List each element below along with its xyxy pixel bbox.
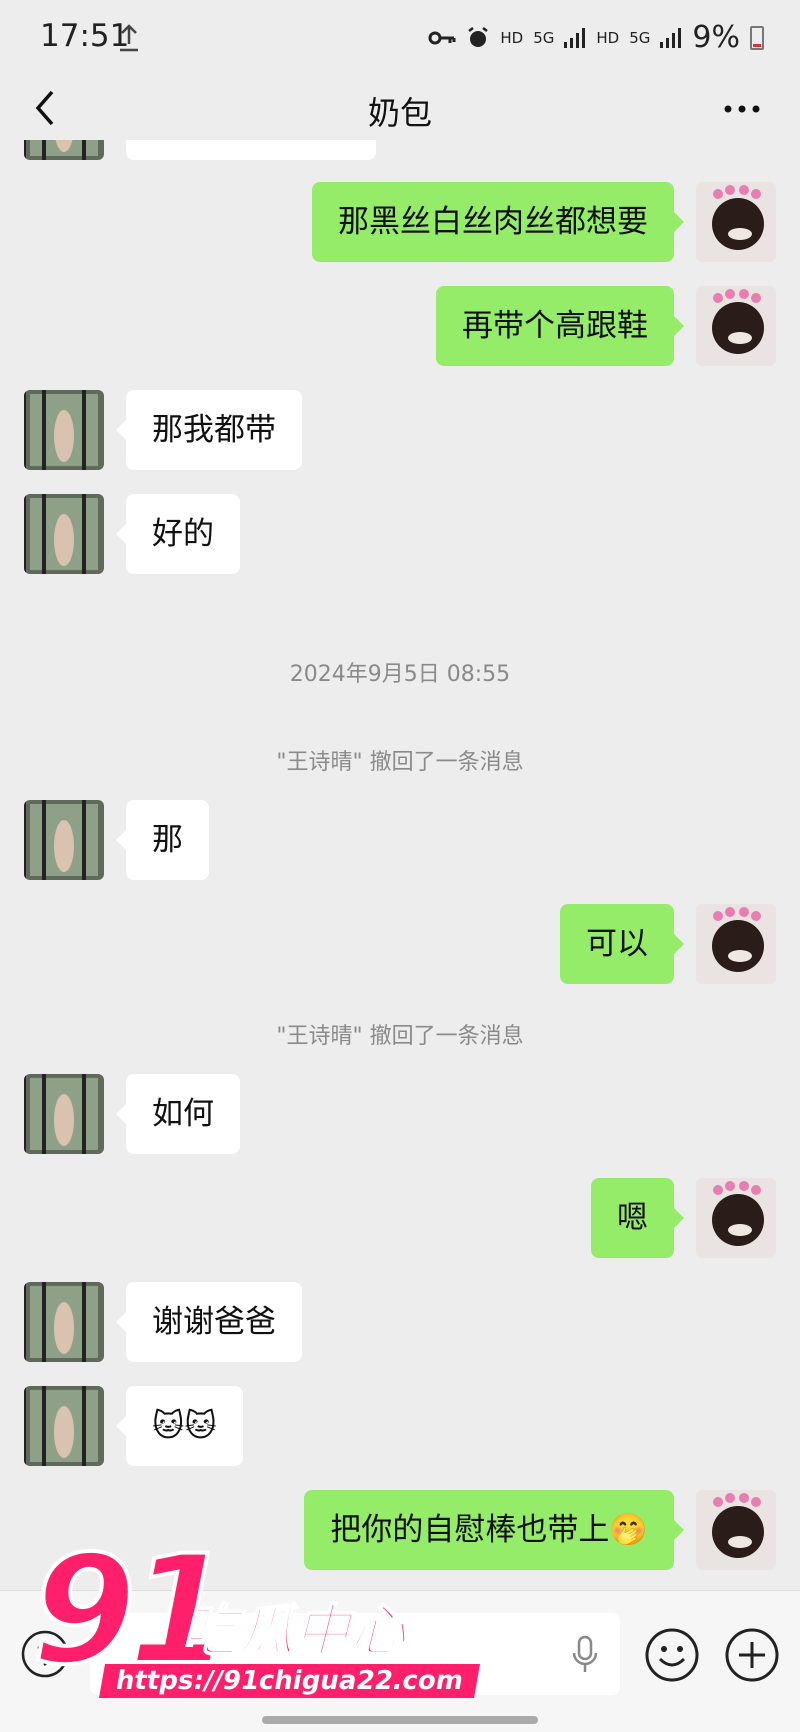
signal-icon: [564, 27, 586, 48]
watermark: 91 吃瓜中心 https://91chigua22.com: [22, 1534, 480, 1716]
self-avatar[interactable]: [696, 904, 776, 984]
self-avatar[interactable]: [696, 1178, 776, 1258]
mic-icon[interactable]: [570, 1635, 600, 1675]
message-bubble-sent[interactable]: 那黑丝白丝肉丝都想要: [312, 182, 684, 262]
contact-avatar[interactable]: [24, 800, 104, 880]
upload-icon: [120, 24, 138, 52]
timestamp: 2024年9月5日 08:55: [289, 662, 511, 687]
message-bubble-received[interactable]: 谢谢爸爸: [116, 1282, 302, 1362]
signal-icon: [660, 27, 682, 48]
watermark-name: 吃瓜中心: [181, 1598, 407, 1665]
contact-avatar[interactable]: [24, 140, 104, 160]
message-bubble-received[interactable]: 好的: [116, 494, 240, 574]
plus-icon[interactable]: [724, 1627, 780, 1683]
key-icon: [428, 31, 456, 44]
self-avatar[interactable]: [696, 1490, 776, 1570]
battery-icon: [750, 25, 764, 50]
message-bubble-sent[interactable]: 可以: [560, 904, 684, 984]
status-indicators: HD 5G HD 5G 9%: [428, 20, 764, 55]
message-bubble-received[interactable]: 那: [116, 800, 209, 880]
network-label-2: 5G: [533, 28, 555, 47]
battery-percent: 9%: [692, 20, 740, 55]
network-label-1: HD: [500, 28, 524, 47]
recall-notice: "王诗晴" 撤回了一条消息: [276, 750, 524, 775]
contact-avatar[interactable]: [24, 494, 104, 574]
message-bubble-received[interactable]: 🐱🐱: [116, 1386, 243, 1466]
message-bubble-partial[interactable]: [126, 140, 376, 160]
message-bubble-sent[interactable]: 嗯: [591, 1178, 684, 1258]
message-bubble-received[interactable]: 如何: [116, 1074, 240, 1154]
watermark-url: https://91chigua22.com: [99, 1664, 480, 1698]
recall-notice: "王诗晴" 撤回了一条消息: [276, 1024, 524, 1049]
self-avatar[interactable]: [696, 182, 776, 262]
contact-avatar[interactable]: [24, 1282, 104, 1362]
chat-area[interactable]: 那黑丝白丝肉丝都想要 再带个高跟鞋 那我都带 好的 2024年9月5日 08:5…: [0, 140, 800, 1590]
message-bubble-received[interactable]: 那我都带: [116, 390, 302, 470]
contact-avatar[interactable]: [24, 390, 104, 470]
network-label-4: 5G: [629, 28, 651, 47]
more-icon[interactable]: [720, 92, 764, 126]
contact-avatar[interactable]: [24, 1074, 104, 1154]
status-bar: 17:51 HD 5G HD 5G 9%: [0, 0, 800, 78]
emoji-icon[interactable]: [644, 1627, 700, 1683]
self-avatar[interactable]: [696, 286, 776, 366]
network-label-3: HD: [596, 28, 620, 47]
message-bubble-sent[interactable]: 再带个高跟鞋: [436, 286, 684, 366]
chat-header: 奶包: [0, 78, 800, 140]
contact-avatar[interactable]: [24, 1386, 104, 1466]
status-time: 17:51: [40, 18, 130, 54]
alarm-icon: [468, 26, 489, 47]
chat-title: 奶包: [367, 94, 432, 132]
home-indicator[interactable]: [262, 1716, 538, 1724]
